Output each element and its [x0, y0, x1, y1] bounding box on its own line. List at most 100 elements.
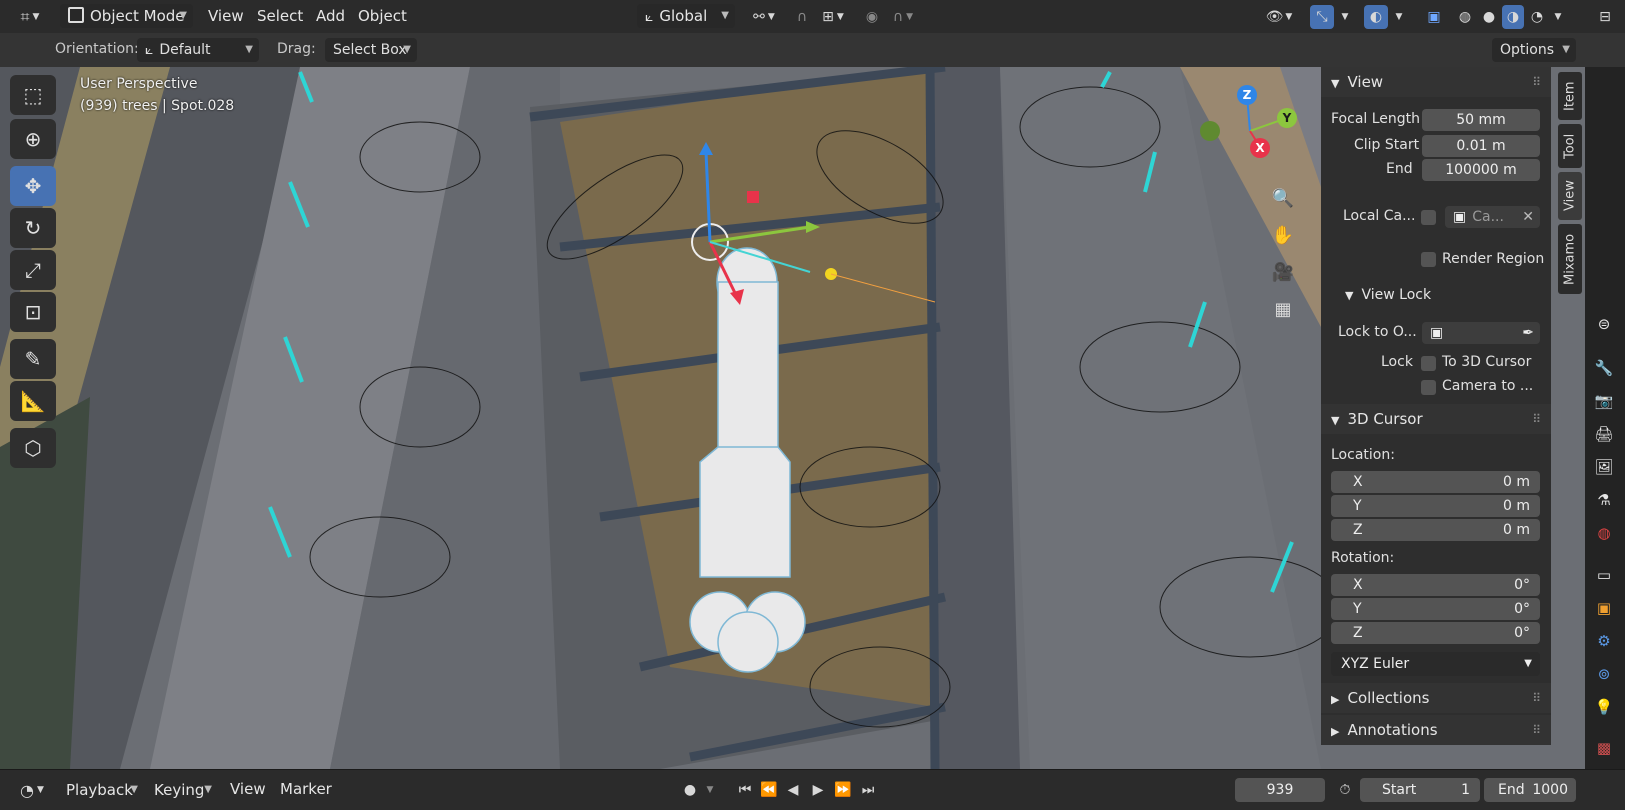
drag-handle-icon[interactable]: ⠿ [1532, 683, 1541, 713]
overlays-dropdown-icon[interactable]: ▼ [1390, 5, 1408, 29]
annotations-panel-header[interactable]: ▶ Annotations ⠿ [1321, 715, 1551, 745]
stopwatch-icon[interactable]: ⏱ [1333, 778, 1357, 802]
lock-to-3d-cursor-checkbox[interactable] [1421, 356, 1436, 371]
clip-start-field[interactable]: 0.01 m [1422, 135, 1540, 157]
transform-tool[interactable]: ⊡ [10, 292, 56, 332]
camera-to-view-checkbox[interactable] [1421, 380, 1436, 395]
focal-length-field[interactable]: 50 mm [1422, 109, 1540, 131]
material-shading-icon[interactable]: ◑ [1502, 5, 1524, 29]
local-camera-checkbox[interactable] [1421, 210, 1436, 225]
world-icon[interactable]: ◍ [1593, 522, 1615, 544]
annotate-tool[interactable]: ✎ [10, 339, 56, 379]
tab-mixamo[interactable]: Mixamo [1558, 224, 1582, 294]
gizmo-dropdown-icon[interactable]: ▼ [1336, 5, 1354, 29]
clip-end-field[interactable]: 100000 m [1422, 159, 1540, 181]
collections-panel-header[interactable]: ▶ Collections ⠿ [1321, 683, 1551, 713]
move-tool[interactable]: ✥ [10, 166, 56, 206]
collection-icon[interactable]: ▭ [1593, 564, 1615, 586]
tool-settings-icon[interactable]: 🔧 [1593, 357, 1615, 379]
rotation-x-field[interactable]: X 0° [1331, 574, 1540, 596]
overlays-toggle-icon[interactable]: ◐ [1364, 5, 1388, 29]
mode-dropdown[interactable]: Object Mode ▼ [60, 4, 193, 28]
orthographic-grid-icon[interactable]: ▦ [1269, 295, 1297, 323]
zoom-icon[interactable]: 🔍 [1269, 184, 1297, 212]
menu-view[interactable]: View [208, 7, 244, 25]
pivot-point-icon[interactable]: ⚯ ▼ [746, 5, 782, 29]
menu-object[interactable]: Object [358, 7, 407, 25]
falloff-icon[interactable]: ∩ ▼ [885, 5, 921, 29]
texture-icon[interactable]: ▩ [1593, 737, 1615, 759]
play-reverse-icon[interactable]: ◀ [781, 778, 805, 802]
render-region-checkbox[interactable] [1421, 252, 1436, 267]
pan-hand-icon[interactable]: ✋ [1269, 221, 1297, 249]
rotation-mode-dropdown[interactable]: XYZ Euler ▼ [1331, 652, 1540, 676]
timeline-marker-menu[interactable]: Marker [280, 780, 332, 798]
menu-select[interactable]: Select [257, 7, 303, 25]
toggle-icon[interactable]: ⊜ [1593, 313, 1615, 335]
render-icon[interactable]: 📷 [1593, 390, 1615, 412]
editor-type-clock-icon[interactable]: ◔ ▼ [14, 778, 50, 802]
transform-orientation-dropdown[interactable]: ⟀ Global ▼ [637, 4, 735, 28]
location-x-field[interactable]: X 0 m [1331, 471, 1540, 493]
snap-target-icon[interactable]: ⊞ ▼ [815, 5, 851, 29]
rotate-tool[interactable]: ↻ [10, 208, 56, 248]
gizmo-axis-neg-y[interactable] [1200, 121, 1220, 141]
tab-tool[interactable]: Tool [1558, 124, 1582, 168]
timeline-view-menu[interactable]: View [230, 780, 266, 798]
shading-dropdown-icon[interactable]: ▼ [1550, 5, 1566, 29]
proportional-editing-icon[interactable]: ◉ [860, 5, 884, 29]
jump-start-icon[interactable]: ⏮ [733, 778, 757, 802]
xray-icon[interactable]: ▣ [1422, 5, 1446, 29]
jump-end-icon[interactable]: ⏭ [856, 778, 880, 802]
editor-type-icon[interactable]: ⌗ ▼ [12, 5, 48, 29]
keying-menu[interactable]: Keying ▼ [146, 778, 218, 802]
gizmo-axis-y[interactable]: Y [1277, 108, 1297, 128]
select-box-tool[interactable]: ⬚ [10, 75, 56, 115]
current-frame-field[interactable]: 939 [1235, 778, 1325, 802]
particles-icon[interactable]: ⊚ [1593, 663, 1615, 685]
drag-handle-icon[interactable]: ⠿ [1532, 715, 1541, 745]
view-panel-header[interactable]: ▼ View ⠿ [1321, 67, 1551, 97]
scene-icon[interactable]: ⚗ [1593, 489, 1615, 511]
drag-handle-icon[interactable]: ⠿ [1532, 404, 1541, 434]
location-z-field[interactable]: Z 0 m [1331, 519, 1540, 541]
snap-icon[interactable]: ∩ [790, 5, 814, 29]
view-lock-subheader[interactable]: ▼ View Lock [1331, 281, 1541, 309]
cursor-tool[interactable]: ⊕ [10, 119, 56, 159]
local-camera-field[interactable]: ▣ Ca... ✕ [1445, 206, 1540, 228]
clear-icon[interactable]: ✕ [1522, 206, 1534, 228]
end-frame-field[interactable]: End 1000 [1484, 778, 1576, 802]
gizmo-axis-z[interactable]: Z [1237, 85, 1257, 105]
view-layer-icon[interactable]: 🖼 [1593, 456, 1615, 478]
options-dropdown[interactable]: Options ▼ [1492, 38, 1576, 62]
eyedropper-icon[interactable]: ✒ [1522, 322, 1534, 344]
tab-view[interactable]: View [1558, 172, 1582, 220]
measure-tool[interactable]: 📐 [10, 381, 56, 421]
lock-to-object-field[interactable]: ▣ ✒ [1422, 322, 1540, 344]
start-frame-field[interactable]: Start 1 [1360, 778, 1480, 802]
cursor-panel-header[interactable]: ▼ 3D Cursor ⠿ [1321, 404, 1551, 434]
scale-tool[interactable]: ⤢ [10, 250, 56, 290]
keying-dropdown-icon[interactable]: ▼ [702, 778, 718, 802]
drag-dropdown[interactable]: Select Box ▼ [325, 38, 417, 62]
menu-add[interactable]: Add [316, 7, 345, 25]
camera-view-icon[interactable]: 🎥 [1269, 258, 1297, 286]
drag-handle-icon[interactable]: ⠿ [1532, 67, 1541, 97]
location-y-field[interactable]: Y 0 m [1331, 495, 1540, 517]
properties-editor-type-icon[interactable]: ⊟ [1590, 5, 1620, 29]
rotation-y-field[interactable]: Y 0° [1331, 598, 1540, 620]
next-keyframe-icon[interactable]: ⏩ [831, 778, 855, 802]
modifier-icon[interactable]: ⚙ [1593, 630, 1615, 652]
play-icon[interactable]: ▶ [806, 778, 830, 802]
solid-shading-icon[interactable]: ● [1478, 5, 1500, 29]
output-icon[interactable]: 🖨 [1593, 423, 1615, 445]
visibility-icon[interactable]: 👁 ▼ [1265, 5, 1293, 29]
gizmo-axis-x[interactable]: X [1250, 138, 1270, 158]
object-data-icon[interactable]: 💡 [1593, 696, 1615, 718]
add-cube-tool[interactable]: ⬡ [10, 428, 56, 468]
rotation-z-field[interactable]: Z 0° [1331, 622, 1540, 644]
orientation-dropdown[interactable]: ⟀ Default ▼ [137, 38, 259, 62]
gizmo-toggle-icon[interactable]: ⤡ [1310, 5, 1334, 29]
tab-item[interactable]: Item [1558, 72, 1582, 120]
rendered-shading-icon[interactable]: ◔ [1526, 5, 1548, 29]
